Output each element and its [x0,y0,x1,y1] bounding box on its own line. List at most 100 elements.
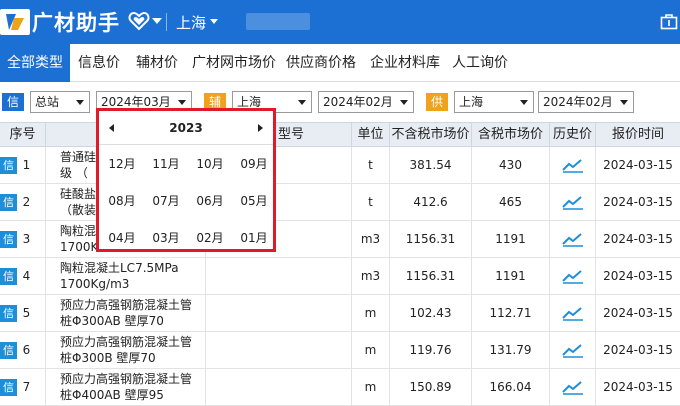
row-material-name: 预应力高强钢筋混凝土管 桩Φ300B 壁厚70 [56,332,206,368]
prev-year-icon[interactable] [109,124,114,132]
row-unit: m [352,332,390,368]
table-row[interactable]: 信 6 预应力高强钢筋混凝土管 桩Φ300B 壁厚70 m 119.76 131.79 202… [0,332,680,369]
table-row[interactable]: 信 4 陶粒混凝土LC7.5MPa 1700Kg/m3 m3 1156.31 1191 202… [0,258,680,295]
table-row[interactable]: 信 5 预应力高强钢筋混凝土管 桩Φ300AB 壁厚70 m 102.43 112.71 20… [0,295,680,332]
name-line-1: 陶粒混凝土LC7.5MPa [60,261,179,275]
name-line-1: 普通硅 [60,150,97,164]
month-option[interactable]: 11月 [146,154,186,174]
picker-year: 2023 [169,121,203,135]
supplier-price-tag: 供 [426,93,448,111]
tab-market-price[interactable]: 广材网市场价 [192,44,276,82]
row-model [206,369,352,405]
row-seq-cell: 信7 [0,369,46,405]
row-price-in-tax: 112.71 [472,295,550,331]
blurred-user-info [246,13,310,30]
row-price-ex-tax: 1156.31 [390,258,472,294]
history-chart-icon[interactable] [550,369,596,405]
info-price-tag: 信 [0,268,17,285]
row-quote-date: 2024-03-15 [603,343,673,357]
row-seq: 2 [22,195,31,209]
name-line-1: 预应力高强钢筋混凝土管 [60,372,193,386]
next-year-icon[interactable] [258,124,263,132]
month-option[interactable]: 09月 [234,154,274,174]
month-option[interactable]: 02月 [190,228,230,248]
tab-all-types[interactable]: 全部类型 [0,44,70,82]
month-option[interactable]: 03月 [146,228,186,248]
row-seq: 4 [22,269,31,283]
history-chart-icon[interactable] [550,332,596,368]
heart-icon[interactable] [128,11,150,31]
name-line-2: 1700Kg/m3 [60,277,130,291]
row-quote-date: 2024-03-15 [603,158,673,172]
chevron-down-icon[interactable] [152,18,162,24]
row-seq: 7 [22,380,31,394]
row-seq: 3 [22,232,31,246]
name-line-1: 预应力高强钢筋混凝土管 [60,335,193,349]
header-price-in-tax: 含税市场价 [472,123,550,147]
name-line-1: 预应力高强钢筋混凝土管 [60,298,193,312]
row-price-ex-tax: 150.89 [390,369,472,405]
row-quote-date: 2024-03-15 [603,232,673,246]
row-price-ex-tax: 381.54 [390,147,472,183]
chevron-down-icon [620,100,628,105]
date-select-supplier[interactable]: 2024年02月 [538,91,634,113]
region-select-supplier[interactable]: 上海 [454,91,534,113]
tab-aux-price[interactable]: 辅材价 [136,44,178,82]
row-model [206,295,352,331]
city-selector[interactable]: 上海 [176,12,206,33]
app-name: 广材助手 [32,11,120,35]
row-unit: m3 [352,221,390,257]
row-material-name: 陶粒混凝土LC7.5MPa 1700Kg/m3 [56,258,206,294]
row-seq: 6 [22,343,31,357]
month-option[interactable]: 01月 [234,228,274,248]
row-seq-cell: 信2 [0,184,46,220]
info-price-tag: 信 [0,342,17,359]
tab-labor-inquiry[interactable]: 人工询价 [452,44,508,82]
chevron-down-icon[interactable] [210,19,218,24]
month-option[interactable]: 07月 [146,191,186,211]
info-price-tag: 信 [2,93,24,111]
name-line-2: 级 （ [60,166,88,180]
tab-enterprise-library[interactable]: 企业材料库 [370,44,440,82]
month-option[interactable]: 05月 [234,191,274,211]
bag-icon[interactable] [660,13,678,30]
month-option[interactable]: 10月 [190,154,230,174]
month-option[interactable]: 08月 [102,191,142,211]
info-price-tag: 信 [0,231,17,248]
row-price-in-tax: 430 [472,147,550,183]
row-price-ex-tax: 119.76 [390,332,472,368]
history-chart-icon[interactable] [550,258,596,294]
row-unit: m [352,369,390,405]
tab-info-price[interactable]: 信息价 [78,44,120,82]
month-picker-header: 2023 [99,111,273,145]
month-option[interactable]: 04月 [102,228,142,248]
history-chart-icon[interactable] [550,295,596,331]
info-price-tag: 信 [0,379,17,396]
month-option[interactable]: 06月 [190,191,230,211]
tab-supplier-price[interactable]: 供应商价格 [286,44,356,82]
chevron-down-icon [520,100,528,105]
title-bar: 广材助手 上海 [0,0,680,44]
region-select-info[interactable]: 总站 [30,91,90,113]
row-seq: 1 [22,158,31,172]
row-material-name: 预应力高强钢筋混凝土管 桩Φ400AB 壁厚95 [56,369,206,405]
chevron-down-icon [178,100,186,105]
date-select-aux[interactable]: 2024年02月 [318,91,414,113]
name-line-1: 陶粒混 [60,224,97,238]
history-chart-icon[interactable] [550,221,596,257]
month-option[interactable]: 12月 [102,154,142,174]
row-price-in-tax: 166.04 [472,369,550,405]
history-chart-icon[interactable] [550,184,596,220]
name-line-2: 桩Φ300B 壁厚70 [60,351,156,365]
row-price-ex-tax: 412.6 [390,184,472,220]
table-row[interactable]: 信 7 预应力高强钢筋混凝土管 桩Φ400AB 壁厚95 m 150.89 166.04 20… [0,369,680,406]
header-unit: 单位 [352,123,390,147]
chevron-down-icon [76,100,84,105]
row-unit: m [352,295,390,331]
history-chart-icon[interactable] [550,147,596,183]
header-quote-date: 报价时间 [611,127,664,142]
name-line-2: 桩Φ300AB 壁厚70 [60,314,164,328]
name-line-1: 硅酸盐 [60,187,97,201]
row-quote-date: 2024-03-15 [603,195,673,209]
name-line-2: 桩Φ400AB 壁厚95 [60,388,164,402]
